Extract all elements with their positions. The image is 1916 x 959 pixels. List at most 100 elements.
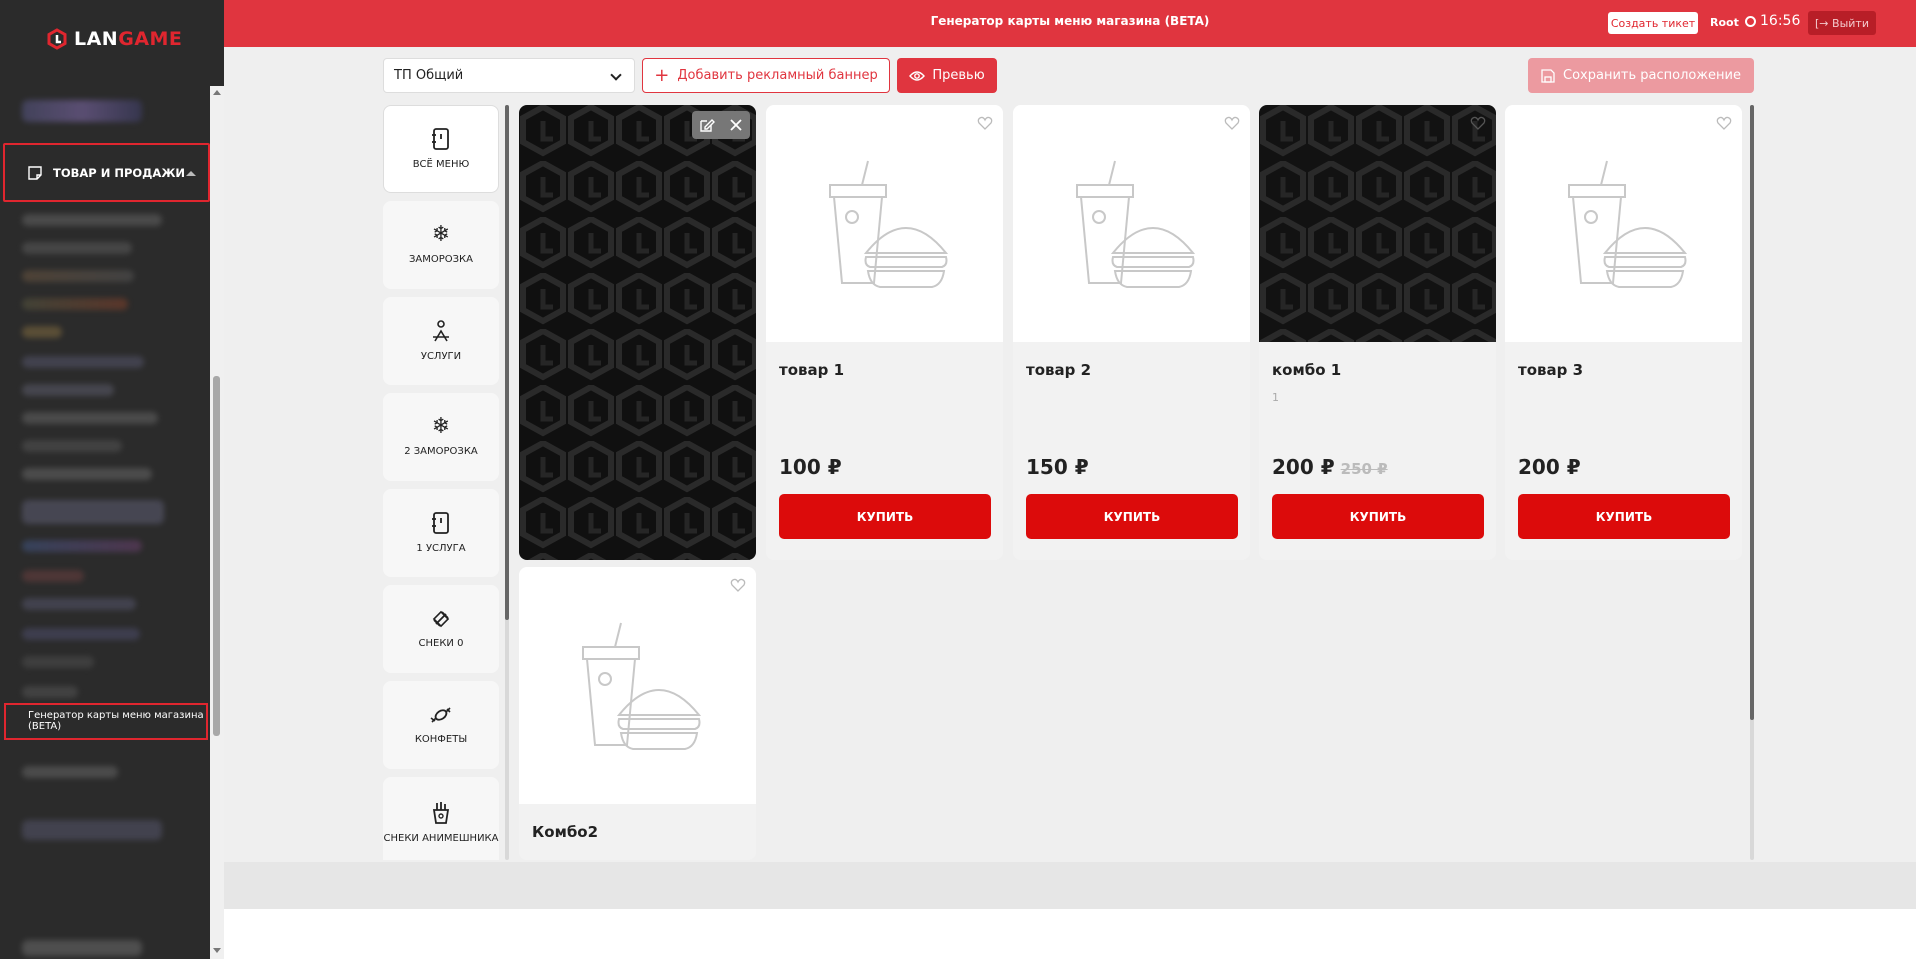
- note-icon: [28, 165, 42, 180]
- blurred-menu-item[interactable]: [22, 598, 136, 610]
- snowflake-icon: ❄: [431, 222, 451, 247]
- blurred-menu-item[interactable]: [22, 940, 142, 956]
- category-label: СНЕКИ 0: [418, 638, 464, 649]
- store-select-value: ТП Общий: [394, 68, 464, 83]
- favorite-heart-icon[interactable]: [1716, 115, 1732, 131]
- langame-logo-icon: [47, 28, 67, 50]
- blurred-menu-item[interactable]: [22, 570, 84, 582]
- save-icon: [1541, 68, 1555, 83]
- buy-button[interactable]: КУПИТЬ: [779, 494, 991, 539]
- close-icon[interactable]: [729, 118, 743, 132]
- product-image: [519, 567, 756, 804]
- scrollbar-thumb[interactable]: [213, 376, 220, 736]
- snowflake-icon: ❄: [431, 414, 451, 439]
- category-frozen[interactable]: ❄ ЗАМОРОЗКА: [383, 201, 499, 289]
- sidebar-item-menu-generator[interactable]: Генератор карты меню магазина (BETA): [4, 703, 208, 740]
- clock-icon: [1745, 15, 1756, 27]
- blurred-menu-item[interactable]: [22, 214, 162, 226]
- favorite-heart-icon[interactable]: [1470, 115, 1486, 131]
- save-layout-button[interactable]: Сохранить расположение: [1528, 58, 1754, 93]
- scroll-up-arrow-icon[interactable]: [213, 90, 221, 95]
- favorite-heart-icon[interactable]: [1224, 115, 1240, 131]
- blurred-menu-item[interactable]: [22, 356, 144, 368]
- blurred-menu-item[interactable]: [22, 412, 158, 424]
- notebook-icon: [432, 512, 449, 534]
- food-placeholder-icon: [1076, 160, 1196, 288]
- blurred-menu-item[interactable]: [22, 440, 122, 452]
- scrollbar-thumb[interactable]: [1750, 105, 1754, 720]
- product-old-price: 250 ₽: [1340, 460, 1388, 478]
- logout-button[interactable]: [→ Выйти: [1808, 11, 1876, 35]
- preview-label: Превью: [932, 68, 985, 83]
- add-banner-label: Добавить рекламный баннер: [677, 68, 878, 83]
- service-icon: [433, 320, 449, 342]
- plus-icon: +: [654, 64, 670, 86]
- sidebar: LANGAME ТОВАР И ПРОДАЖИ Генератор карты …: [0, 0, 224, 959]
- preview-button[interactable]: Превью: [897, 58, 997, 93]
- blurred-menu-item[interactable]: [22, 270, 134, 282]
- blurred-menu-item[interactable]: [22, 628, 140, 640]
- product-price: 200 ₽: [1518, 455, 1581, 479]
- product-card[interactable]: товар 1 100 ₽ КУПИТЬ: [766, 105, 1003, 560]
- favorite-heart-icon[interactable]: [977, 115, 993, 131]
- product-description: 1: [1272, 391, 1279, 404]
- blurred-menu-item[interactable]: [22, 384, 114, 396]
- fries-icon: [432, 802, 450, 824]
- category-snacks-0[interactable]: СНЕКИ 0: [383, 585, 499, 673]
- product-name: комбо 1: [1272, 361, 1342, 379]
- scroll-down-arrow-icon[interactable]: [213, 948, 221, 953]
- edit-icon[interactable]: [699, 117, 715, 133]
- category-service-1[interactable]: 1 УСЛУГА: [383, 489, 499, 577]
- logo: LANGAME: [46, 28, 182, 50]
- sidebar-section-label: ТОВАР И ПРОДАЖИ: [53, 165, 186, 180]
- category-anime-snacks[interactable]: СНЕКИ АНИМЕШНИКА: [383, 777, 499, 860]
- product-grid-scrollbar[interactable]: [1750, 105, 1754, 860]
- promo-banner[interactable]: [519, 105, 756, 560]
- clock: 16:56: [1745, 13, 1800, 29]
- blurred-menu-item[interactable]: [22, 242, 132, 254]
- blurred-menu-item[interactable]: [22, 100, 142, 122]
- notebook-icon: [432, 128, 449, 150]
- logout-icon: [→: [1815, 16, 1829, 30]
- buy-button[interactable]: КУПИТЬ: [1026, 494, 1238, 539]
- product-card[interactable]: товар 3 200 ₽ КУПИТЬ: [1505, 105, 1742, 560]
- sidebar-section-goods-sales[interactable]: ТОВАР И ПРОДАЖИ: [3, 143, 210, 202]
- category-label: УСЛУГИ: [420, 351, 462, 362]
- logo-pattern-image: [1259, 105, 1496, 342]
- product-card[interactable]: Комбо2: [519, 567, 756, 860]
- eye-icon: [909, 70, 926, 81]
- category-frozen-2[interactable]: ❄ 2 ЗАМОРОЗКА: [383, 393, 499, 481]
- create-ticket-button[interactable]: Создать тикет: [1608, 12, 1698, 34]
- buy-button[interactable]: КУПИТЬ: [1272, 494, 1484, 539]
- product-image: [1013, 105, 1250, 342]
- buy-button[interactable]: КУПИТЬ: [1518, 494, 1730, 539]
- product-name: товар 1: [779, 361, 845, 379]
- favorite-heart-icon[interactable]: [730, 577, 746, 593]
- category-all-menu[interactable]: ВСЁ МЕНЮ: [383, 105, 499, 193]
- category-label: КОНФЕТЫ: [414, 734, 468, 745]
- blurred-menu-item[interactable]: [22, 540, 142, 552]
- add-banner-button[interactable]: + Добавить рекламный баннер: [642, 58, 890, 93]
- category-scrollbar[interactable]: [505, 105, 509, 860]
- blurred-menu-item[interactable]: [22, 820, 162, 840]
- clock-time: 16:56: [1760, 13, 1801, 29]
- blurred-menu-item[interactable]: [22, 656, 94, 668]
- product-card[interactable]: товар 2 150 ₽ КУПИТЬ: [1013, 105, 1250, 560]
- category-services[interactable]: УСЛУГИ: [383, 297, 499, 385]
- blurred-menu-item[interactable]: [22, 468, 152, 480]
- user-name[interactable]: Root: [1710, 16, 1739, 29]
- blurred-menu-item[interactable]: [22, 326, 62, 338]
- scrollbar-thumb[interactable]: [505, 105, 509, 620]
- category-candy[interactable]: КОНФЕТЫ: [383, 681, 499, 769]
- blurred-menu-item[interactable]: [22, 500, 164, 524]
- sidebar-scrollbar[interactable]: [210, 86, 224, 959]
- product-image: [1259, 105, 1496, 342]
- save-layout-label: Сохранить расположение: [1563, 68, 1741, 83]
- blurred-menu-item[interactable]: [22, 766, 118, 778]
- blurred-menu-item[interactable]: [22, 686, 78, 698]
- store-select[interactable]: ТП Общий: [383, 58, 635, 93]
- blurred-menu-item[interactable]: [22, 298, 128, 310]
- category-label: ЗАМОРОЗКА: [408, 254, 473, 265]
- product-name: товар 2: [1026, 361, 1092, 379]
- product-card[interactable]: комбо 1 1 200 ₽250 ₽ КУПИТЬ: [1259, 105, 1496, 560]
